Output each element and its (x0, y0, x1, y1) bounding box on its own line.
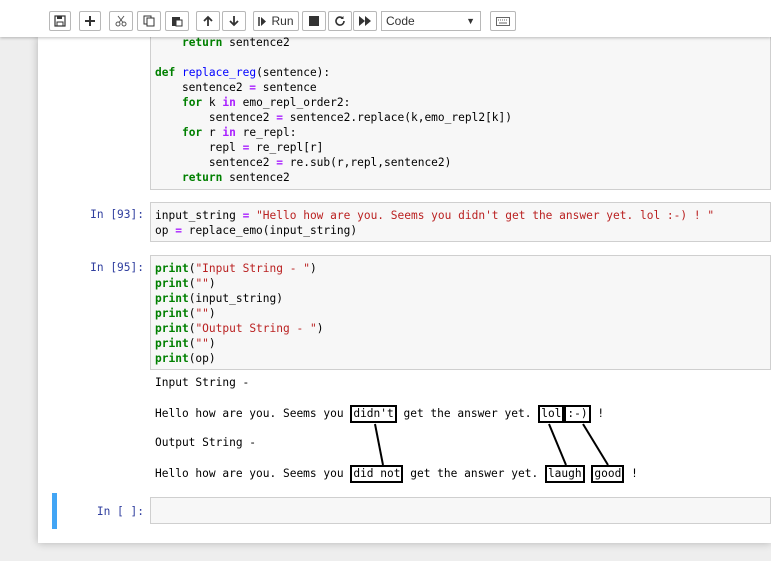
cut-icon (115, 15, 127, 27)
annotation-connectors (374, 423, 609, 466)
fast-forward-icon (359, 16, 371, 26)
code-cell-input[interactable] (150, 497, 771, 524)
plus-icon (85, 16, 95, 26)
run-label: Run (271, 14, 294, 28)
move-down-button[interactable] (222, 11, 246, 31)
cell-type-select[interactable]: Code ▼ (381, 11, 481, 31)
restart-icon (335, 16, 345, 26)
connector-line (582, 423, 609, 466)
interrupt-button[interactable] (302, 11, 326, 31)
restart-button[interactable] (328, 11, 352, 31)
connector-line (374, 423, 384, 466)
arrow-down-icon (229, 16, 239, 27)
paste-icon (172, 17, 183, 27)
move-up-button[interactable] (196, 11, 220, 31)
arrow-up-icon (203, 15, 213, 26)
chevron-down-icon: ▼ (466, 16, 475, 26)
save-button[interactable] (49, 11, 71, 31)
stop-icon (309, 16, 319, 26)
run-icon (258, 16, 267, 26)
run-button[interactable]: Run (253, 11, 299, 31)
paste-button[interactable] (165, 11, 189, 31)
save-icon (54, 15, 66, 27)
input-prompt: In [ ]: (96, 505, 144, 518)
notebook-toolbar: Run Code ▼ (0, 0, 771, 37)
copy-button[interactable] (137, 11, 161, 31)
restart-run-all-button[interactable] (353, 11, 377, 31)
cut-button[interactable] (109, 11, 133, 31)
keyboard-icon (496, 16, 510, 26)
insert-cell-button[interactable] (79, 11, 101, 31)
cell-type-value: Code (386, 14, 415, 28)
command-palette-button[interactable] (490, 11, 516, 31)
copy-icon (143, 15, 155, 27)
connector-line (548, 423, 567, 466)
